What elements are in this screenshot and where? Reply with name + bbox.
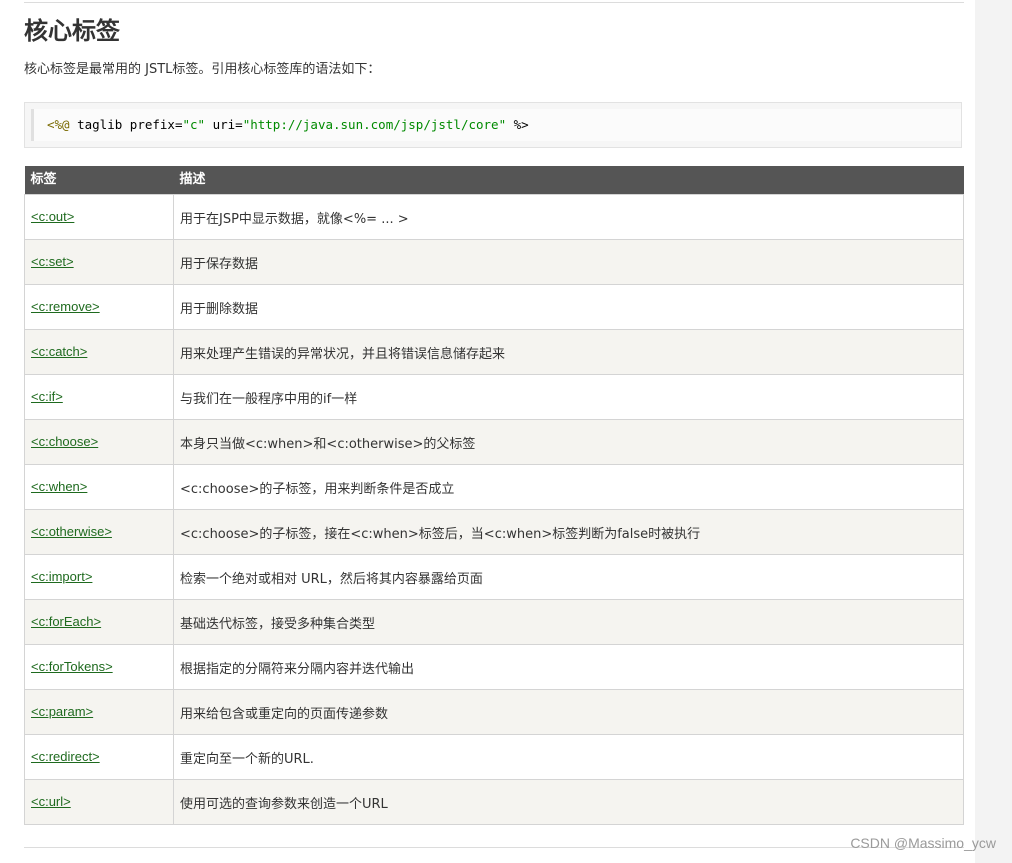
table-row: <c:url> 使用可选的查询参数来创造一个URL: [24, 779, 964, 825]
description-cell: 检索一个绝对或相对 URL，然后将其内容暴露给页面: [173, 554, 964, 600]
table-row: <c:if> 与我们在一般程序中用的if一样: [24, 374, 964, 420]
code-attr-uri: uri=: [212, 117, 243, 132]
tag-link[interactable]: <c:out>: [31, 209, 74, 224]
tag-cell: <c:otherwise>: [24, 509, 174, 555]
description-cell: 用来给包含或重定向的页面传递参数: [173, 689, 964, 735]
table-row: <c:set> 用于保存数据: [24, 239, 964, 285]
tag-link[interactable]: <c:remove>: [31, 299, 100, 314]
tag-link[interactable]: <c:forEach>: [31, 614, 101, 629]
table-row: <c:remove> 用于删除数据: [24, 284, 964, 330]
code-uri-value: "http://java.sun.com/jsp/jstl/core": [242, 117, 507, 132]
description-cell: 本身只当做<c:when>和<c:otherwise>的父标签: [173, 419, 964, 465]
table-row: <c:choose> 本身只当做<c:when>和<c:otherwise>的父标…: [24, 419, 964, 465]
intro-paragraph: 核心标签是最常用的 JSTL标签。引用核心标签库的语法如下：: [24, 62, 381, 77]
tag-cell: <c:catch>: [24, 329, 174, 375]
table-row: <c:otherwise> <c:choose>的子标签，接在<c:when>标签…: [24, 509, 964, 555]
column-header-tag: 标签: [24, 166, 174, 195]
tag-cell: <c:param>: [24, 689, 174, 735]
tag-cell: <c:out>: [24, 194, 174, 240]
tag-link[interactable]: <c:set>: [31, 254, 74, 269]
table-row: <c:catch> 用来处理产生错误的异常状况，并且将错误信息储存起来: [24, 329, 964, 375]
table-body: <c:out> 用于在JSP中显示数据，就像<%= ... > <c:set> 用于保…: [24, 194, 964, 825]
description-cell: <c:choose>的子标签，用来判断条件是否成立: [173, 464, 964, 510]
watermark: CSDN @Massimo_ycw: [850, 835, 996, 851]
description-cell: 用于保存数据: [173, 239, 964, 285]
core-tags-table: 标签 描述 <c:out> 用于在JSP中显示数据，就像<%= ... > <c:s…: [24, 166, 964, 825]
tag-link[interactable]: <c:otherwise>: [31, 524, 112, 539]
tag-link[interactable]: <c:if>: [31, 389, 63, 404]
article: 核心标签 核心标签是最常用的 JSTL标签。引用核心标签库的语法如下： <%@ …: [0, 0, 975, 863]
code-inner: <%@ taglib prefix="c" uri="http://java.s…: [31, 109, 961, 141]
tag-link[interactable]: <c:choose>: [31, 434, 98, 449]
code-line: <%@ taglib prefix="c" uri="http://java.s…: [47, 117, 529, 133]
tag-link[interactable]: <c:param>: [31, 704, 93, 719]
description-cell: 与我们在一般程序中用的if一样: [173, 374, 964, 420]
tag-cell: <c:remove>: [24, 284, 174, 330]
table-row: <c:when> <c:choose>的子标签，用来判断条件是否成立: [24, 464, 964, 510]
tag-cell: <c:forEach>: [24, 599, 174, 645]
tag-link[interactable]: <c:catch>: [31, 344, 87, 359]
description-cell: 用于在JSP中显示数据，就像<%= ... >: [173, 194, 964, 240]
column-header-desc: 描述: [173, 166, 964, 195]
code-keyword: taglib: [77, 117, 123, 132]
bottom-divider: [24, 847, 964, 848]
table-row: <c:redirect> 重定向至一个新的URL.: [24, 734, 964, 780]
tag-cell: <c:url>: [24, 779, 174, 825]
tag-link[interactable]: <c:import>: [31, 569, 92, 584]
tag-cell: <c:import>: [24, 554, 174, 600]
code-block: <%@ taglib prefix="c" uri="http://java.s…: [24, 102, 962, 148]
tag-cell: <c:redirect>: [24, 734, 174, 780]
tag-cell: <c:set>: [24, 239, 174, 285]
tag-link[interactable]: <c:forTokens>: [31, 659, 113, 674]
code-prefix-value: "c": [182, 117, 206, 132]
code-attr-prefix: prefix=: [129, 117, 183, 132]
table-header-row: 标签 描述: [24, 166, 964, 195]
description-cell: 使用可选的查询参数来创造一个URL: [173, 779, 964, 825]
description-cell: 重定向至一个新的URL.: [173, 734, 964, 780]
description-cell: 用来处理产生错误的异常状况，并且将错误信息储存起来: [173, 329, 964, 375]
description-cell: 用于删除数据: [173, 284, 964, 330]
tag-cell: <c:when>: [24, 464, 174, 510]
tag-link[interactable]: <c:redirect>: [31, 749, 100, 764]
description-cell: <c:choose>的子标签，接在<c:when>标签后，当<c:when>标签…: [173, 509, 964, 555]
description-cell: 根据指定的分隔符来分隔内容并迭代输出: [173, 644, 964, 690]
table-row: <c:param> 用来给包含或重定向的页面传递参数: [24, 689, 964, 735]
description-cell: 基础迭代标签，接受多种集合类型: [173, 599, 964, 645]
tag-cell: <c:forTokens>: [24, 644, 174, 690]
tag-cell: <c:if>: [24, 374, 174, 420]
tag-link[interactable]: <c:when>: [31, 479, 87, 494]
table-row: <c:import> 检索一个绝对或相对 URL，然后将其内容暴露给页面: [24, 554, 964, 600]
tag-cell: <c:choose>: [24, 419, 174, 465]
page-title: 核心标签: [24, 17, 120, 45]
code-directive-open: <%@: [47, 117, 70, 132]
code-directive-close: %>: [513, 117, 529, 132]
tag-link[interactable]: <c:url>: [31, 794, 71, 809]
table-row: <c:forEach> 基础迭代标签，接受多种集合类型: [24, 599, 964, 645]
table-row: <c:out> 用于在JSP中显示数据，就像<%= ... >: [24, 194, 964, 240]
top-divider: [24, 2, 964, 3]
table-row: <c:forTokens> 根据指定的分隔符来分隔内容并迭代输出: [24, 644, 964, 690]
